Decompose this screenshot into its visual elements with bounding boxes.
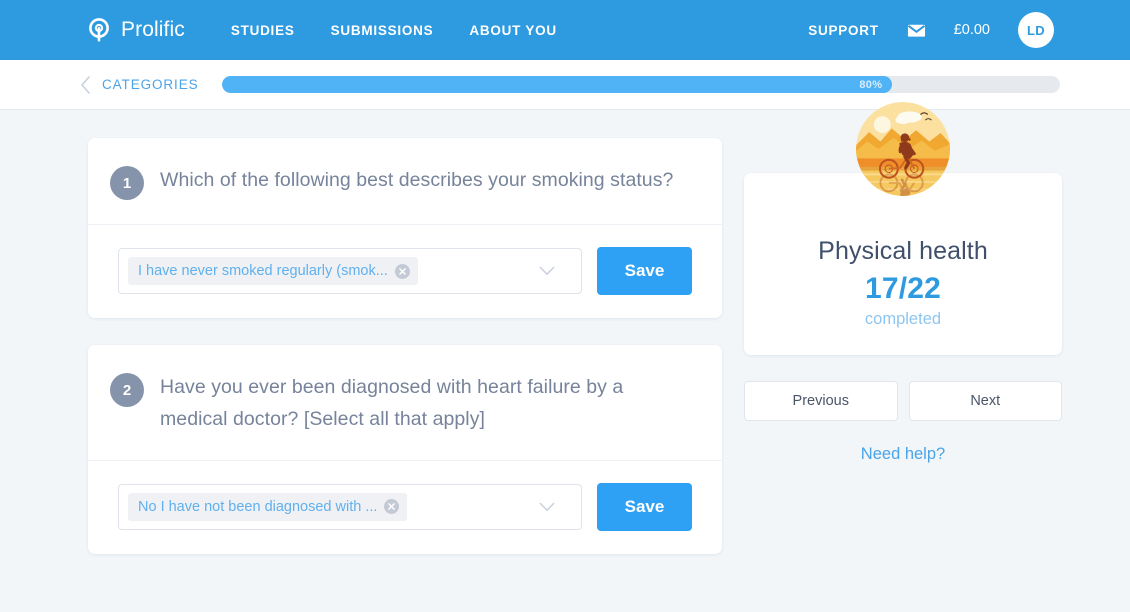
save-button[interactable]: Save [597,482,692,531]
close-circle-icon[interactable] [384,499,400,515]
nav-link-about-you[interactable]: ABOUT YOU [469,23,557,38]
close-circle-icon[interactable] [394,263,410,279]
question-text: Which of the following best describes yo… [160,169,674,191]
nav-link-support[interactable]: SUPPORT [808,23,879,38]
answer-select[interactable]: No I have not been diagnosed with ... [118,483,582,530]
question-card: 1 Which of the following best describes … [88,138,722,318]
nav-right-group: SUPPORT £0.00 LD [808,12,1054,48]
back-to-categories-link[interactable]: CATEGORIES [80,75,199,94]
answer-select[interactable]: I have never smoked regularly (smok... [118,248,582,294]
category-progress-count: 17/22 [864,272,942,305]
questions-column: 1 Which of the following best describes … [88,138,722,554]
category-completed-label: completed [864,310,942,328]
account-balance[interactable]: £0.00 [954,22,990,38]
top-navigation-bar: Prolific STUDIES SUBMISSIONS ABOUT YOU S… [0,0,1130,60]
save-button[interactable]: Save [597,247,692,295]
selected-answer-chip: I have never smoked regularly (smok... [128,257,418,285]
progress-subbar: CATEGORIES 80% [0,60,1130,110]
prolific-logo-icon [89,18,109,42]
previous-button[interactable]: Previous [744,381,898,421]
selected-answer-chip: No I have not been diagnosed with ... [128,492,408,521]
page-content: 1 Which of the following best describes … [0,102,1130,554]
nav-link-submissions[interactable]: SUBMISSIONS [331,23,434,38]
next-button[interactable]: Next [908,381,1062,421]
question-answer-row: I have never smoked regularly (smok... S… [88,225,722,318]
envelope-icon[interactable] [907,21,926,40]
chevron-left-icon [81,75,90,94]
question-text: Have you ever been diagnosed with heart … [160,376,624,431]
question-header: 2 Have you ever been diagnosed with hear… [88,345,722,461]
chevron-down-icon[interactable] [539,502,555,512]
back-link-label: CATEGORIES [102,77,199,92]
need-help-link[interactable]: Need help? [744,445,1062,464]
progress-bar-track: 80% [221,76,1060,93]
progress-bar-fill: 80% [221,76,893,93]
brand-name: Prolific [121,18,185,41]
question-answer-row: No I have not been diagnosed with ... Sa… [88,461,722,554]
question-card: 2 Have you ever been diagnosed with hear… [88,345,722,554]
chevron-down-icon[interactable] [539,266,555,276]
cyclist-sunset-icon [856,102,950,196]
category-title: Physical health [818,237,988,265]
sidebar-column: Physical health 17/22 completed Previous… [744,102,1062,464]
brand-logo[interactable]: Prolific [86,17,185,43]
primary-nav-links: STUDIES SUBMISSIONS ABOUT YOU [231,23,557,38]
pagination-buttons: Previous Next [744,381,1062,421]
chip-label: I have never smoked regularly (smok... [138,263,388,279]
question-number-badge: 1 [110,166,144,200]
chip-label: No I have not been diagnosed with ... [138,498,378,515]
question-header: 1 Which of the following best describes … [88,138,722,225]
nav-link-studies[interactable]: STUDIES [231,23,295,38]
avatar[interactable]: LD [1018,12,1054,48]
question-number-badge: 2 [110,373,144,407]
progress-percent-label: 80% [859,78,883,91]
category-summary-card: Physical health 17/22 completed [744,102,1062,355]
